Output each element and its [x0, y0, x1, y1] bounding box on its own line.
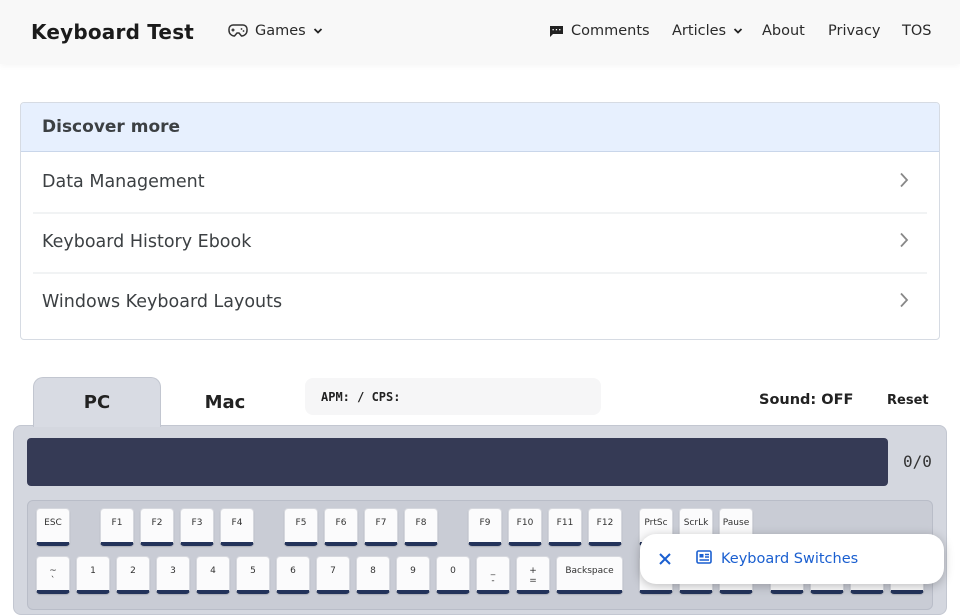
tab-mac[interactable]: Mac: [161, 377, 289, 427]
nav-comments[interactable]: Comments: [549, 23, 650, 39]
key-7[interactable]: 7: [316, 556, 350, 594]
key-0[interactable]: 0: [436, 556, 470, 594]
key-base-label: -: [491, 575, 495, 586]
comment-icon: [549, 24, 564, 38]
discover-item-data-management[interactable]: Data Management: [21, 152, 939, 212]
nav-games[interactable]: Games: [228, 23, 323, 39]
key-counter: 0/0: [903, 452, 932, 471]
chevron-down-icon: [313, 27, 323, 35]
discover-more-title: Discover more: [21, 103, 939, 152]
key-base-label: `: [50, 575, 56, 586]
key-f9[interactable]: F9: [468, 508, 502, 546]
key-f1[interactable]: F1: [100, 508, 134, 546]
key-shift-label: ~: [49, 565, 57, 576]
key-2[interactable]: 2: [116, 556, 150, 594]
key-9[interactable]: 9: [396, 556, 430, 594]
site-header: Keyboard Test Games Comments Articles Ab…: [0, 0, 960, 64]
key-f12[interactable]: F12: [588, 508, 622, 546]
nav-articles-label: Articles: [672, 23, 727, 39]
keyboard-switches-link[interactable]: Keyboard Switches: [696, 550, 858, 568]
key-f3[interactable]: F3: [180, 508, 214, 546]
chevron-right-icon: [899, 232, 909, 253]
key-base-label: =: [529, 575, 537, 586]
nav-comments-label: Comments: [571, 23, 650, 39]
sound-toggle[interactable]: Sound: OFF: [759, 392, 853, 408]
nav-privacy[interactable]: Privacy: [828, 23, 881, 39]
article-icon: [696, 550, 712, 568]
typing-display: [27, 438, 888, 486]
nav-about[interactable]: About: [762, 23, 805, 39]
key-3[interactable]: 3: [156, 556, 190, 594]
discover-item-label: Data Management: [42, 172, 205, 192]
chevron-down-icon: [733, 27, 743, 35]
key-f8[interactable]: F8: [404, 508, 438, 546]
key-shift-label: +: [529, 565, 537, 576]
discover-item-label: Keyboard History Ebook: [42, 232, 252, 252]
key-backspace[interactable]: Backspace: [556, 556, 623, 594]
key-tilde[interactable]: ~ `: [36, 556, 70, 594]
key-minus[interactable]: _ -: [476, 556, 510, 594]
key-f4[interactable]: F4: [220, 508, 254, 546]
key-f6[interactable]: F6: [324, 508, 358, 546]
discover-item-keyboard-history-ebook[interactable]: Keyboard History Ebook: [21, 212, 939, 272]
key-f10[interactable]: F10: [508, 508, 542, 546]
key-f2[interactable]: F2: [140, 508, 174, 546]
key-4[interactable]: 4: [196, 556, 230, 594]
site-logo[interactable]: Keyboard Test: [31, 20, 194, 44]
key-8[interactable]: 8: [356, 556, 390, 594]
key-shift-label: _: [490, 565, 496, 576]
key-5[interactable]: 5: [236, 556, 270, 594]
key-equals[interactable]: + =: [516, 556, 550, 594]
discover-more-panel: Discover more Data Management Keyboard H…: [20, 102, 940, 340]
discover-item-windows-keyboard-layouts[interactable]: Windows Keyboard Layouts: [21, 272, 939, 332]
keyboard-switches-chip: Keyboard Switches: [640, 534, 944, 584]
key-6[interactable]: 6: [276, 556, 310, 594]
key-1[interactable]: 1: [76, 556, 110, 594]
reset-button[interactable]: Reset: [887, 393, 929, 408]
gamepad-icon: [228, 24, 248, 38]
nav-games-label: Games: [255, 23, 306, 39]
key-f11[interactable]: F11: [548, 508, 582, 546]
close-icon[interactable]: [642, 534, 688, 584]
discover-item-label: Windows Keyboard Layouts: [42, 292, 283, 312]
tab-pc[interactable]: PC: [33, 377, 161, 427]
key-f7[interactable]: F7: [364, 508, 398, 546]
chevron-right-icon: [899, 172, 909, 193]
chevron-right-icon: [899, 292, 909, 313]
key-esc[interactable]: ESC: [36, 508, 70, 546]
key-f5[interactable]: F5: [284, 508, 318, 546]
keyboard-switches-label: Keyboard Switches: [721, 551, 859, 567]
apm-cps-readout: APM: / CPS:: [305, 378, 601, 415]
nav-articles[interactable]: Articles: [672, 23, 743, 39]
nav-tos[interactable]: TOS: [902, 23, 931, 39]
